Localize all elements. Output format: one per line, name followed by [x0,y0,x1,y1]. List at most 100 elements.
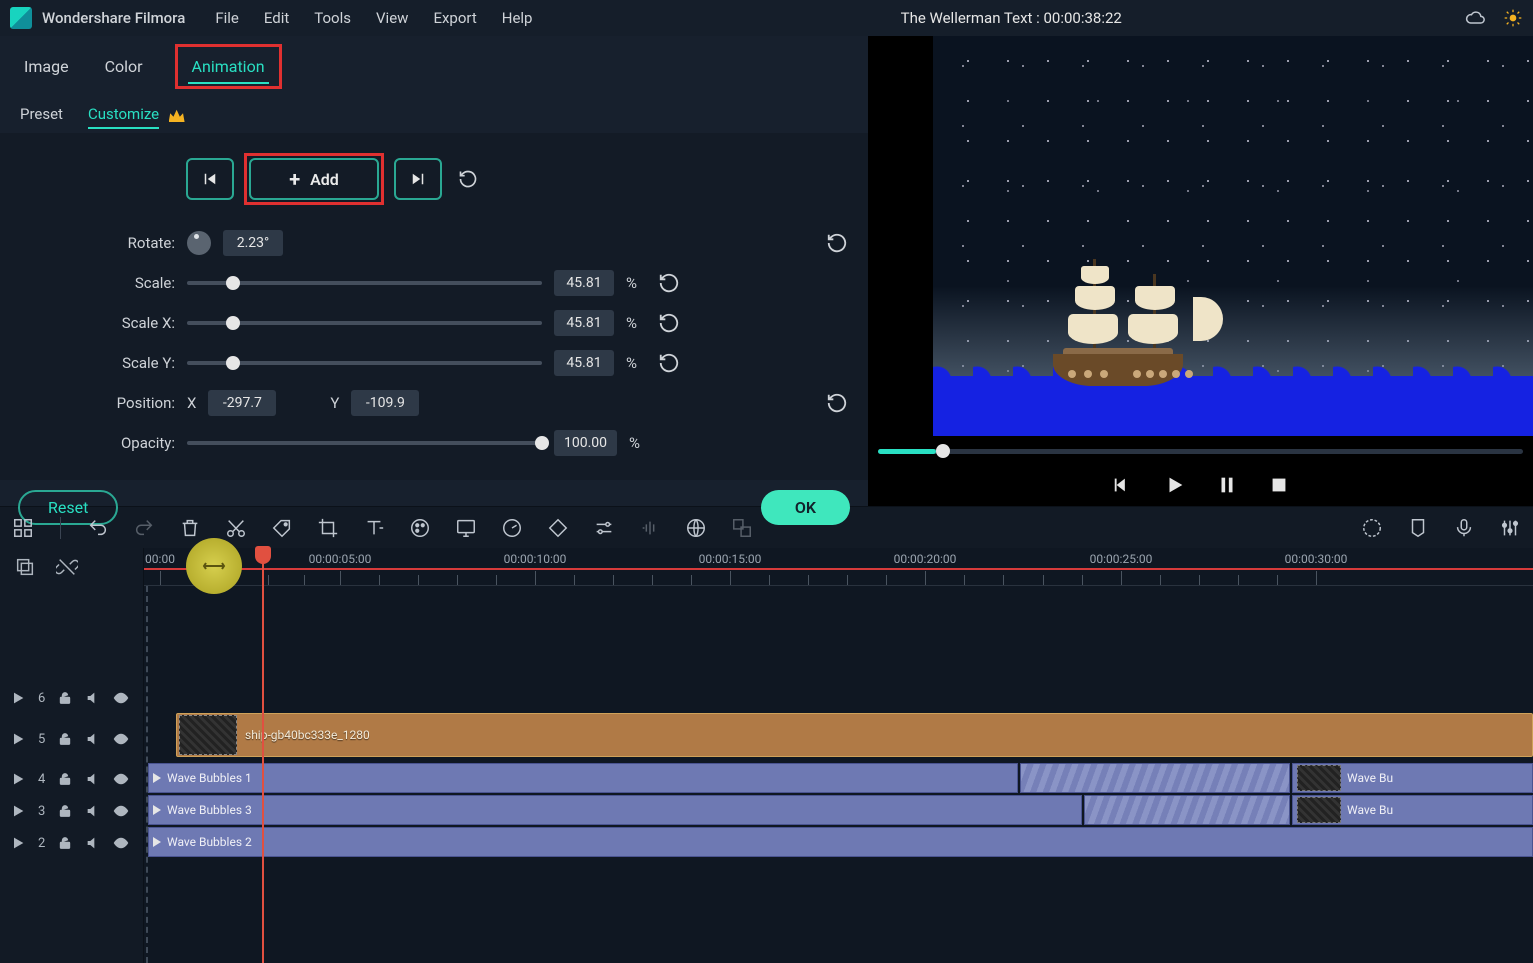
track-header-5[interactable]: 5 [0,715,144,763]
clip-wave-bubbles-2[interactable]: Wave Bubbles 2 [148,827,1533,857]
visibility-icon[interactable] [113,771,129,787]
tab-preset[interactable]: Preset [20,101,63,127]
scale-value[interactable]: 45.81 [554,270,614,296]
position-reset-icon[interactable] [826,392,848,414]
ok-button[interactable]: OK [761,490,850,525]
add-keyframe-button[interactable]: Add [249,158,379,200]
scalex-reset-icon[interactable] [658,312,680,334]
rotate-reset-icon[interactable] [826,232,848,254]
tab-customize[interactable]: Customize [88,101,159,129]
menu-tools[interactable]: Tools [314,9,351,27]
scalex-value[interactable]: 45.81 [554,310,614,336]
clip-wave-bubbles-1b[interactable] [1020,763,1290,793]
layout-icon[interactable] [12,517,34,539]
play-button[interactable] [1164,474,1186,496]
mute-icon[interactable] [85,771,101,787]
crop-icon[interactable] [317,517,339,539]
visibility-icon[interactable] [113,731,129,747]
delete-icon[interactable] [179,517,201,539]
seek-thumb[interactable] [936,444,950,458]
pos-y-value[interactable]: -109.9 [351,390,419,416]
globe-icon[interactable] [685,517,707,539]
ruler-tick [457,575,458,585]
clip-wave-bubbles-3b[interactable] [1084,795,1290,825]
clip-wave-bubbles-3c[interactable]: Wave Bu [1292,795,1533,825]
opacity-slider[interactable] [187,441,542,445]
lock-icon[interactable] [57,690,73,706]
text-icon[interactable] [363,517,385,539]
clip-wave-bubbles-3[interactable]: Wave Bubbles 3 [148,795,1082,825]
clip-wave-bubbles-1c[interactable]: Wave Bu [1292,763,1533,793]
keyframe-icon[interactable] [547,517,569,539]
pos-x-value[interactable]: -297.7 [208,390,276,416]
scalex-slider[interactable] [187,321,542,325]
next-keyframe-button[interactable] [394,158,442,200]
opacity-value[interactable]: 100.00 [554,430,617,456]
screen-icon[interactable] [455,517,477,539]
menu-file[interactable]: File [215,9,239,27]
mixer-icon[interactable] [1499,517,1521,539]
visibility-icon[interactable] [113,690,129,706]
unlink-icon[interactable] [56,556,78,578]
render-icon[interactable] [1361,517,1383,539]
playhead-handle[interactable] [255,546,271,564]
ruler-tick [925,571,926,585]
rotate-value[interactable]: 2.23° [223,230,283,256]
cut-icon[interactable] [225,517,247,539]
prev-keyframe-button[interactable] [186,158,234,200]
lock-icon[interactable] [57,803,73,819]
undo-icon[interactable] [87,517,109,539]
track-header-2[interactable]: 2 [0,827,144,859]
adjust-icon[interactable] [593,517,615,539]
preview-seek-bar[interactable] [878,449,1523,454]
timeline-tracks-area[interactable]: 00:0000:00:05:0000:00:10:0000:00:15:0000… [144,548,1533,963]
lock-icon[interactable] [57,771,73,787]
mute-icon[interactable] [85,731,101,747]
scaley-slider[interactable] [187,361,542,365]
menu-view[interactable]: View [376,9,408,27]
mute-icon[interactable] [85,690,101,706]
audio-wave-icon[interactable] [639,517,661,539]
lock-icon[interactable] [57,835,73,851]
track-header-6[interactable]: 6 [0,681,144,715]
scale-slider[interactable] [187,281,542,285]
clip-ship[interactable]: ship-gb40bc333e_1280 [176,713,1533,757]
translate-icon[interactable] [731,517,753,539]
duplicate-icon[interactable] [14,556,36,578]
scaley-reset-icon[interactable] [658,352,680,374]
track-header-3[interactable]: 3 [0,795,144,827]
stop-button[interactable] [1268,474,1290,496]
redo-icon[interactable] [133,517,155,539]
scale-reset-icon[interactable] [658,272,680,294]
tag-icon[interactable] [271,517,293,539]
mic-icon[interactable] [1453,517,1475,539]
visibility-icon[interactable] [113,835,129,851]
step-back-button[interactable] [1112,474,1134,496]
marker-icon[interactable] [1407,517,1429,539]
menu-export[interactable]: Export [433,9,476,27]
lock-icon[interactable] [57,731,73,747]
menu-edit[interactable]: Edit [264,9,289,27]
tab-color[interactable]: Color [101,51,147,82]
cloud-icon[interactable] [1465,8,1485,28]
tips-icon[interactable] [1503,8,1523,28]
keyframe-reset-icon[interactable] [458,169,478,189]
playhead[interactable] [262,548,264,963]
pause-button[interactable] [1216,474,1238,496]
color-icon[interactable] [409,517,431,539]
rotate-knob[interactable] [187,231,211,255]
mute-icon[interactable] [85,835,101,851]
preview-canvas[interactable] [933,36,1533,436]
scaley-value[interactable]: 45.81 [554,350,614,376]
timeline-ruler[interactable]: 00:0000:00:05:0000:00:10:0000:00:15:0000… [144,548,1533,586]
track-header-4[interactable]: 4 [0,763,144,795]
pos-x-label: X [187,394,196,412]
ruler-label: 00:00:15:00 [699,552,762,566]
tab-animation[interactable]: Animation [188,51,269,84]
menu-help[interactable]: Help [502,9,533,27]
mute-icon[interactable] [85,803,101,819]
tab-image[interactable]: Image [20,51,73,82]
speed-icon[interactable] [501,517,523,539]
visibility-icon[interactable] [113,803,129,819]
clip-wave-bubbles-1[interactable]: Wave Bubbles 1 [148,763,1018,793]
